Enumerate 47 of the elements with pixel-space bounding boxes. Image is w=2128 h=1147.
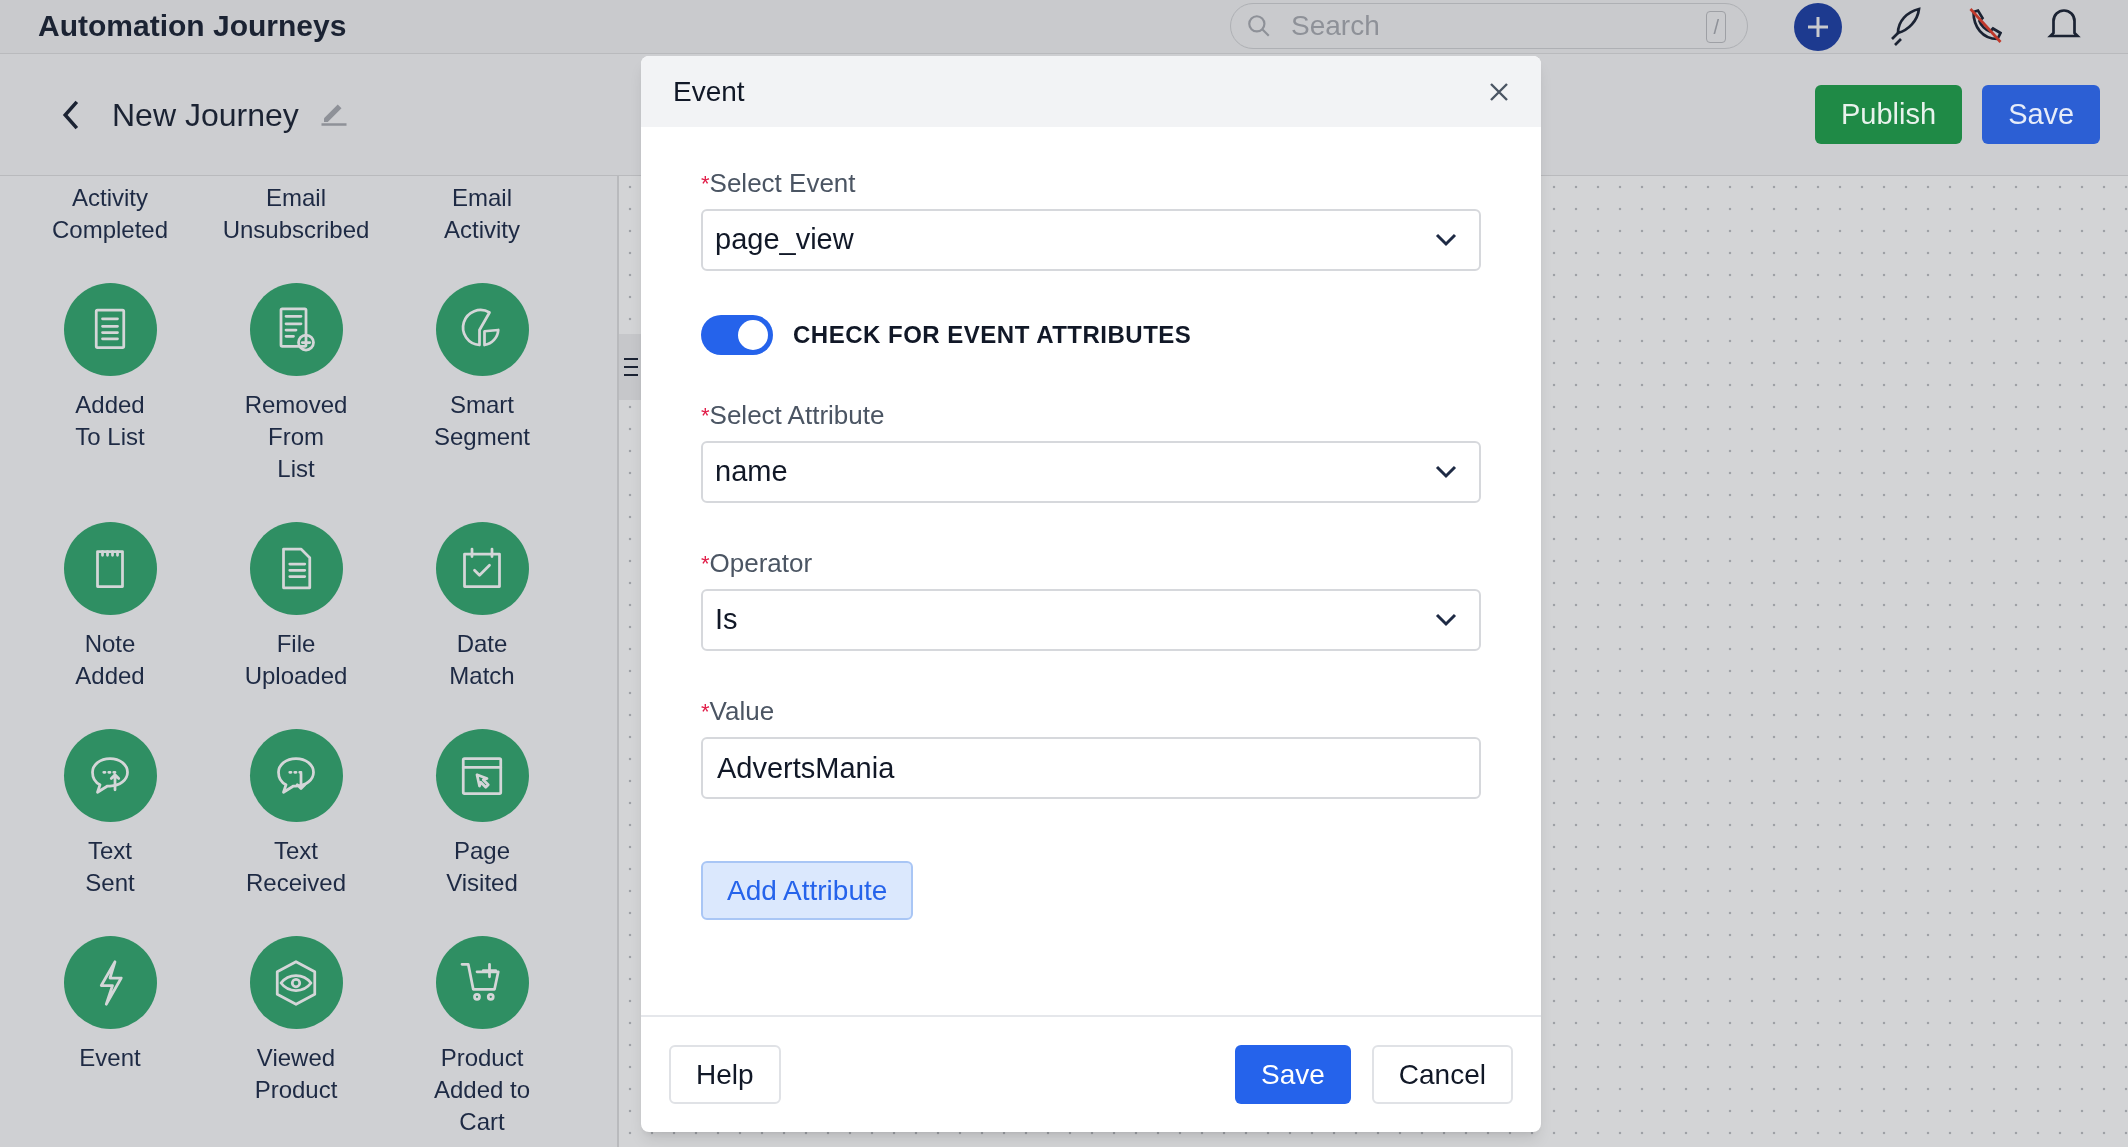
required-mark: * [701, 550, 710, 576]
field-label: Select Event [709, 166, 856, 200]
add-attribute-button[interactable]: Add Attribute [701, 861, 914, 920]
value-input[interactable]: AdvertsMania [701, 737, 1481, 799]
menu-icon [624, 356, 638, 378]
field-label: Select Attribute [709, 398, 885, 432]
select-field[interactable]: Is [701, 589, 1481, 651]
trigger-label: Text Sent [85, 836, 135, 898]
toggle-switch[interactable] [701, 315, 773, 355]
trigger-label: Email Activity [444, 183, 520, 245]
trigger-label: Removed From List [244, 390, 348, 484]
chevron-down-icon [1435, 613, 1457, 627]
shortcut-key: / [1706, 11, 1726, 43]
field-label: Operator [709, 546, 813, 580]
app-title: Automation Journeys [38, 8, 347, 44]
trigger-label: Added To List [75, 390, 145, 452]
journey-title: New Journey [112, 95, 299, 135]
help-button[interactable]: Help [669, 1045, 781, 1104]
required-mark: * [701, 698, 710, 726]
select-field[interactable]: name [701, 441, 1481, 503]
trigger-label: Event [79, 1043, 141, 1073]
trigger-label: File Uploaded [244, 629, 348, 691]
required-mark: * [701, 170, 710, 198]
save-button[interactable]: Save [1982, 85, 2101, 144]
panel-handle[interactable] [619, 334, 641, 400]
trigger-label: Viewed Product [254, 1043, 338, 1105]
required-mark: * [701, 402, 710, 430]
trigger-label: Smart Segment [433, 390, 531, 452]
trigger-label: Activity Completed [51, 183, 169, 245]
dialog-title: Event [673, 74, 745, 109]
trigger-label: Page Visited [446, 836, 518, 898]
field-label: Value [709, 694, 775, 728]
toggle-label: CHECK FOR EVENT ATTRIBUTES [793, 320, 1192, 350]
trigger-label: Email Unsubscribed [222, 183, 370, 245]
search-icon [1246, 13, 1272, 39]
trigger-label: Date Match [449, 629, 515, 691]
select-field[interactable]: page_view [701, 209, 1481, 271]
plus-icon[interactable] [1794, 3, 1842, 51]
cancel-button[interactable]: Cancel [1371, 1045, 1513, 1104]
chevron-down-icon [1435, 233, 1457, 247]
trigger-label: Note Added [75, 629, 145, 691]
chevron-down-icon [1435, 465, 1457, 479]
save-button[interactable]: Save [1235, 1045, 1351, 1104]
trigger-label: Text Received [245, 836, 347, 898]
trigger-label: Product Added to Cart [433, 1043, 531, 1137]
publish-button[interactable]: Publish [1815, 85, 1963, 144]
close-icon[interactable] [1489, 81, 1509, 102]
